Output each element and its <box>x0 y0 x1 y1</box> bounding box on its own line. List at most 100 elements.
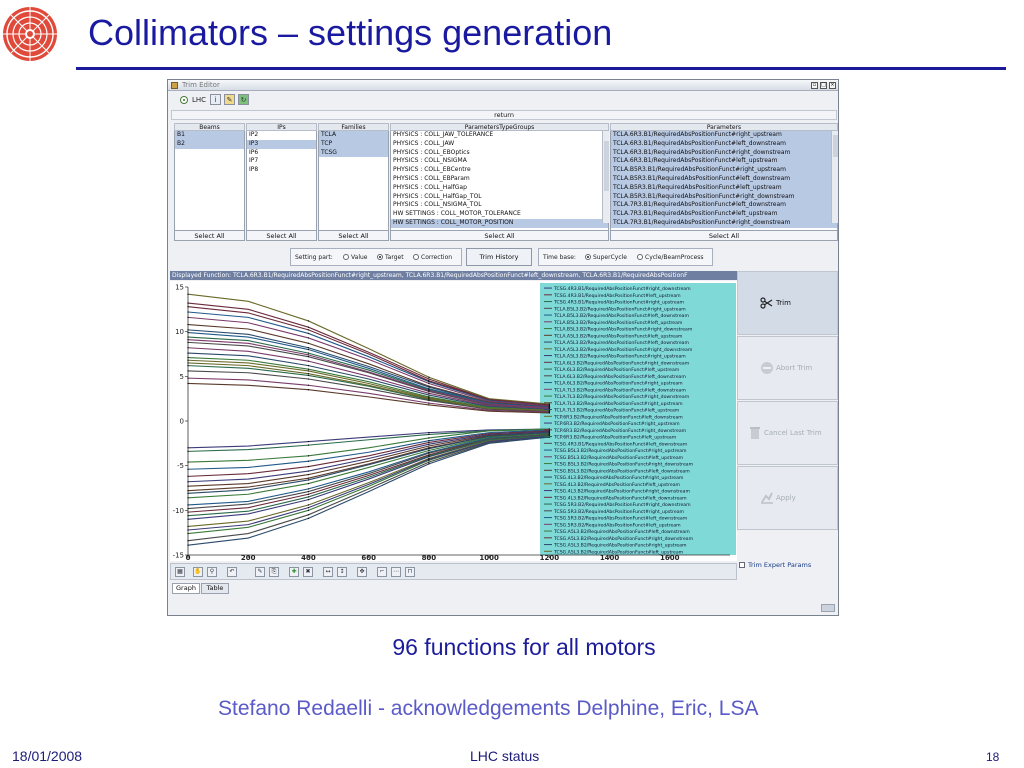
setting-part-correction-option[interactable]: Correction <box>413 254 452 261</box>
apply-button[interactable]: Apply <box>737 466 838 530</box>
list-item[interactable]: B2 <box>175 139 244 149</box>
legend-label: TCLA.A5L3.B2/RequiredAbsPositionFunct#ri… <box>553 347 693 353</box>
list-item[interactable]: PHYSICS : COLL_JAW_TOLERANCE <box>391 131 608 140</box>
refresh-icon[interactable]: ↻ <box>238 94 249 105</box>
trim-expert-params-checkbox[interactable]: Trim Expert Params <box>739 561 811 569</box>
list-item[interactable]: IP2 <box>247 131 316 140</box>
lock-icon[interactable]: ⊓ <box>405 567 415 577</box>
data-point <box>548 431 551 434</box>
list-item[interactable]: TCLA.6R3.B1/RequiredAbsPositionFunct#lef… <box>611 157 837 167</box>
zoom-icon[interactable]: ⚲ <box>207 567 217 577</box>
parameter-type-groups-list[interactable]: PHYSICS : COLL_JAW_TOLERANCE PHYSICS : CO… <box>390 131 609 231</box>
dots-icon[interactable]: ⋯ <box>391 567 401 577</box>
beams-list[interactable]: B1 B2 <box>174 131 245 231</box>
time-base-supercycle-option[interactable]: SuperCycle <box>585 254 627 261</box>
list-item[interactable]: HW SETTINGS : COLL_MOTOR_POSITION <box>391 218 608 228</box>
ptg-select-all-button[interactable]: Select All <box>390 230 609 241</box>
close-icon[interactable]: × <box>829 82 836 89</box>
list-item[interactable]: PHYSICS : COLL_EBCentre <box>391 166 608 175</box>
data-point <box>307 332 310 335</box>
move-icon[interactable]: ✥ <box>357 567 367 577</box>
data-point <box>307 493 310 495</box>
families-select-all-button[interactable]: Select All <box>318 230 389 241</box>
undo-icon[interactable]: ↶ <box>227 567 237 577</box>
edit-icon[interactable]: ✎ <box>255 567 265 577</box>
trim-history-button[interactable]: Trim History <box>466 248 532 266</box>
legend-label: TCSG.4R3.B1/RequiredAbsPositionFunct#rig… <box>553 286 691 292</box>
list-item[interactable]: PHYSICS : COLL_EBOptics <box>391 149 608 158</box>
time-base-group: Time base: SuperCycle Cycle/BeamProcess <box>538 248 713 266</box>
functions-chart[interactable]: 151050-5-10-15 0 200 400 600 800 1000 1200 1400 1… <box>170 281 737 561</box>
maximize-icon[interactable]: □ <box>820 82 827 89</box>
list-item[interactable]: TCLA <box>319 131 388 140</box>
return-button[interactable]: return <box>171 110 837 120</box>
list-item[interactable]: TCLA.7R3.B1/RequiredAbsPositionFunct#rig… <box>611 218 837 228</box>
setting-part-value-option[interactable]: Value <box>343 254 367 261</box>
list-item[interactable]: PHYSICS : COLL_NSIGMA_TOL <box>391 201 608 210</box>
list-item[interactable]: TCLA.6R3.B1/RequiredAbsPositionFunct#rig… <box>611 131 837 140</box>
add-icon[interactable]: ✚ <box>289 567 299 577</box>
pan-icon[interactable]: ✋ <box>193 567 203 577</box>
trim-button[interactable]: Trim <box>737 271 838 335</box>
info-icon[interactable]: i <box>210 94 221 105</box>
setting-part-target-option[interactable]: Target <box>377 254 404 261</box>
cancel-last-trim-button[interactable]: Cancel Last Trim <box>737 401 838 465</box>
list-item[interactable]: IP3 <box>247 139 316 149</box>
legend-label: TCLA.B5L3.B2/RequiredAbsPositionFunct#ri… <box>553 327 693 333</box>
parameters-scrollbar[interactable] <box>831 131 838 223</box>
vertical-scale-icon[interactable]: ↕ <box>337 567 347 577</box>
step-icon[interactable]: ⌐ <box>377 567 387 577</box>
families-list[interactable]: TCLA TCP TCSG <box>318 131 389 231</box>
list-item[interactable]: TCLA.B5R3.B1/RequiredAbsPositionFunct#le… <box>611 174 837 184</box>
list-item[interactable]: HW SETTINGS : COLL_MOTOR_TOLERANCE <box>391 210 608 219</box>
data-point <box>187 370 189 372</box>
list-item[interactable]: TCLA.B5R3.B1/RequiredAbsPositionFunct#ri… <box>611 166 837 175</box>
data-point <box>428 452 430 454</box>
list-item[interactable]: TCLA.6R3.B1/RequiredAbsPositionFunct#lef… <box>611 139 837 149</box>
data-point <box>548 433 551 436</box>
grid-icon[interactable]: ▦ <box>175 567 185 577</box>
list-item[interactable]: TCLA.7R3.B1/RequiredAbsPositionFunct#lef… <box>611 210 837 219</box>
tab-table[interactable]: Table <box>201 583 229 594</box>
window-toolbar: LHC i ✎ ↻ <box>168 92 838 108</box>
list-item[interactable]: TCP <box>319 139 388 149</box>
list-item[interactable]: TCLA.6R3.B1/RequiredAbsPositionFunct#rig… <box>611 148 837 158</box>
list-item[interactable]: PHYSICS : COLL_HalfGap <box>391 184 608 193</box>
list-item[interactable]: IP6 <box>247 149 316 158</box>
copy-icon[interactable]: ⎘ <box>269 567 279 577</box>
list-item[interactable]: IP7 <box>247 157 316 166</box>
ptg-scrollbar[interactable] <box>602 131 609 223</box>
list-item[interactable]: TCLA.B5R3.B1/RequiredAbsPositionFunct#ri… <box>611 192 837 202</box>
data-point <box>187 377 189 379</box>
list-item[interactable]: TCSG <box>319 148 388 158</box>
list-item[interactable]: B1 <box>175 131 244 140</box>
ips-select-all-button[interactable]: Select All <box>246 230 317 241</box>
parameters-list[interactable]: TCLA.6R3.B1/RequiredAbsPositionFunct#rig… <box>610 131 838 231</box>
list-item[interactable]: PHYSICS : COLL_HalfGap_TOL <box>391 193 608 202</box>
resize-grip-icon[interactable] <box>821 604 835 612</box>
data-point <box>307 517 310 520</box>
list-item[interactable]: TCLA.B5R3.B1/RequiredAbsPositionFunct#le… <box>611 183 837 193</box>
legend-label: TCSG.5R3.B2/RequiredAbsPositionFunct#lef… <box>553 516 688 522</box>
tab-graph[interactable]: Graph <box>172 583 200 594</box>
restore-icon[interactable]: ▫ <box>811 82 818 89</box>
lhc-radio[interactable] <box>180 96 188 104</box>
legend-label: TCLA.6L3.B2/RequiredAbsPositionFunct#lef… <box>553 367 680 373</box>
time-base-cycle-option[interactable]: Cycle/BeamProcess <box>637 254 704 261</box>
abort-trim-button[interactable]: Abort Trim <box>737 336 838 400</box>
ips-list[interactable]: IP2 IP3 IP6 IP7 IP8 <box>246 131 317 231</box>
families-header: Families <box>318 123 389 131</box>
horizontal-scale-icon[interactable]: ↔ <box>323 567 333 577</box>
time-base-label: Time base: <box>543 254 576 261</box>
legend-label: TCSG.4L3.B2/RequiredAbsPositionFunct#rig… <box>553 475 684 481</box>
delete-icon[interactable]: ✖ <box>303 567 313 577</box>
list-item[interactable]: PHYSICS : COLL_NSIGMA <box>391 157 608 166</box>
list-item[interactable]: PHYSICS : COLL_JAW <box>391 140 608 149</box>
beams-select-all-button[interactable]: Select All <box>174 230 245 241</box>
beams-header: Beams <box>174 123 245 131</box>
list-item[interactable]: PHYSICS : COLL_EBParam <box>391 175 608 184</box>
settings-icon[interactable]: ✎ <box>224 94 235 105</box>
parameters-select-all-button[interactable]: Select All <box>610 230 838 241</box>
list-item[interactable]: TCLA.7R3.B1/RequiredAbsPositionFunct#lef… <box>611 201 837 211</box>
list-item[interactable]: IP8 <box>247 166 316 175</box>
